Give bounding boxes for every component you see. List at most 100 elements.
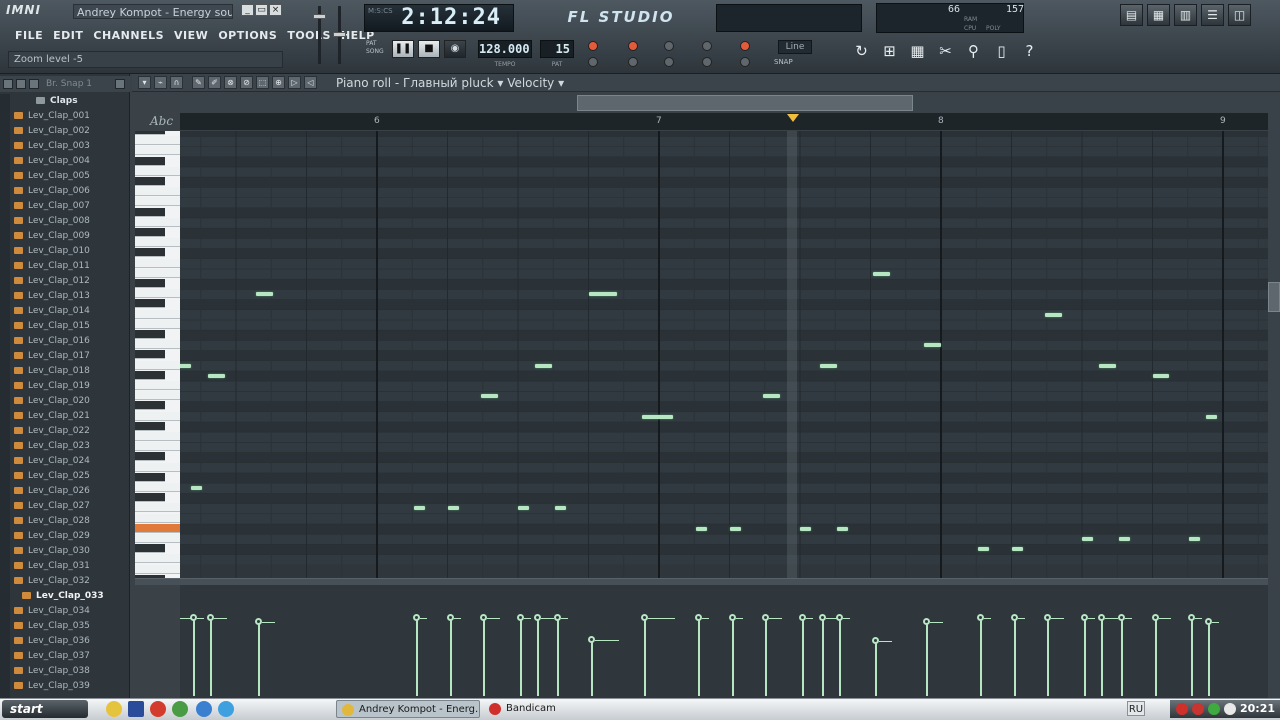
velocity-scrollbar[interactable]: [1268, 585, 1280, 698]
mixer-icon[interactable]: ◫: [1228, 4, 1251, 26]
white-key[interactable]: [135, 431, 180, 442]
minimize-button[interactable]: _: [241, 4, 254, 16]
search-icon[interactable]: ⚲: [962, 40, 985, 63]
velocity-handle[interactable]: [818, 614, 826, 621]
browser-back-icon[interactable]: [16, 79, 26, 89]
note[interactable]: [588, 292, 617, 297]
browser-app-icon[interactable]: [218, 701, 234, 717]
velocity-stem[interactable]: [802, 618, 804, 696]
fader-knob[interactable]: [313, 14, 326, 19]
velocity-stem[interactable]: [536, 618, 539, 696]
white-key[interactable]: [135, 554, 180, 564]
chevron-down-icon[interactable]: ▾: [558, 76, 564, 90]
pause-button[interactable]: ❚❚: [392, 40, 414, 58]
master-pitch-fader[interactable]: [333, 6, 346, 64]
note[interactable]: [1082, 537, 1094, 541]
menu-edit[interactable]: EDIT: [48, 27, 88, 45]
velocity-stem[interactable]: [1047, 618, 1050, 696]
velocity-handle[interactable]: [1151, 614, 1159, 621]
vertical-scroll-thumb[interactable]: [1268, 282, 1280, 312]
velocity-handle[interactable]: [799, 614, 806, 621]
tray-network-icon[interactable]: [1208, 703, 1220, 715]
browser-file-item[interactable]: Lev_Clap_036: [10, 634, 130, 649]
note[interactable]: [481, 394, 499, 399]
timeline-ruler[interactable]: [180, 113, 1268, 130]
browser-file-item[interactable]: Lev_Clap_017: [10, 349, 130, 364]
note[interactable]: [836, 526, 848, 531]
browser-scrollbar[interactable]: [0, 94, 10, 698]
white-key[interactable]: [135, 482, 180, 493]
browser-file-item[interactable]: Lev_Clap_024: [10, 454, 130, 469]
note-names-toggle[interactable]: Abc: [150, 114, 173, 128]
browser-file-item[interactable]: Lev_Clap_035: [10, 619, 130, 634]
velocity-editor[interactable]: [180, 585, 1268, 698]
browser-file-item[interactable]: Lev_Clap_002: [10, 124, 130, 139]
taskbar-task-bandicam[interactable]: Bandicam: [484, 700, 594, 718]
velocity-stem[interactable]: [556, 618, 559, 696]
brush-tool-icon[interactable]: ✐: [208, 76, 221, 89]
velocity-stem[interactable]: [731, 618, 734, 696]
browser-file-item[interactable]: Lev_Clap_031: [10, 559, 130, 574]
photoshop-icon[interactable]: [128, 701, 144, 717]
typing-keyboard-toggle[interactable]: [588, 57, 598, 67]
browser-file-item[interactable]: Lev_Clap_037: [10, 649, 130, 664]
black-key[interactable]: [135, 401, 165, 411]
menu-options[interactable]: OPTIONS: [213, 27, 282, 45]
note[interactable]: [447, 506, 459, 511]
horizontal-scroll-thumb[interactable]: [577, 95, 913, 111]
velocity-stem[interactable]: [697, 618, 700, 696]
white-key[interactable]: [135, 564, 180, 574]
select-tool-icon[interactable]: ⬚: [256, 76, 269, 89]
velocity-stem[interactable]: [644, 618, 647, 696]
velocity-stem[interactable]: [1100, 618, 1103, 696]
playback-tool-icon[interactable]: ▷: [288, 76, 301, 89]
piano-roll-icon[interactable]: ▥: [1174, 4, 1197, 26]
chrome-icon[interactable]: [172, 701, 188, 717]
velocity-handle[interactable]: [533, 614, 541, 621]
scroll-toggle[interactable]: [702, 57, 712, 67]
note[interactable]: [554, 506, 566, 511]
chevron-down-icon[interactable]: ▾: [497, 76, 507, 90]
white-key[interactable]: [135, 340, 180, 350]
wait-toggle[interactable]: [628, 57, 638, 67]
clock[interactable]: 20:21: [1238, 700, 1278, 718]
browser-file-item[interactable]: Lev_Clap_022: [10, 424, 130, 439]
piano-roll-channel[interactable]: Piano roll - Главный pluck: [336, 76, 494, 90]
browser-file-item[interactable]: Lev_Clap_033: [18, 589, 138, 604]
note[interactable]: [873, 271, 891, 276]
quicklaunch-folder-icon[interactable]: [106, 701, 122, 717]
browser-file-item[interactable]: Lev_Clap_027: [10, 499, 130, 514]
white-key[interactable]: [135, 289, 180, 299]
velocity-handle[interactable]: [480, 614, 488, 621]
browser-file-item[interactable]: Lev_Clap_039: [10, 679, 130, 694]
menu-file[interactable]: FILE: [10, 27, 48, 45]
note[interactable]: [1045, 312, 1063, 317]
master-volume-fader[interactable]: [313, 6, 326, 64]
white-key[interactable]: [135, 319, 180, 329]
black-key[interactable]: [135, 472, 165, 482]
metronome-toggle[interactable]: [588, 41, 598, 51]
note[interactable]: [924, 343, 941, 348]
black-key[interactable]: [135, 329, 165, 340]
black-key[interactable]: [135, 248, 165, 258]
browser-close-icon[interactable]: [115, 79, 125, 89]
browser-file-item[interactable]: Lev_Clap_010: [10, 244, 130, 259]
event-editor-splitter[interactable]: [135, 578, 1268, 585]
vertical-scrollbar[interactable]: [1268, 95, 1280, 578]
browser-file-item[interactable]: Lev_Clap_003: [10, 139, 130, 154]
browser-file-item[interactable]: Lev_Clap_038: [10, 664, 130, 679]
velocity-stem[interactable]: [821, 618, 824, 696]
browser-file-item[interactable]: Lev_Clap_029: [10, 529, 130, 544]
browser-file-item[interactable]: Lev_Clap_028: [10, 514, 130, 529]
maximize-button[interactable]: ▭: [255, 4, 268, 16]
step-sequencer-icon[interactable]: ▦: [1147, 4, 1170, 26]
record-button[interactable]: ◉: [444, 40, 466, 58]
black-key[interactable]: [135, 350, 165, 360]
magnet-snap-icon[interactable]: ⌁: [154, 76, 167, 89]
browser-file-item[interactable]: Lev_Clap_026: [10, 484, 130, 499]
black-key[interactable]: [135, 299, 165, 309]
blend-toggle[interactable]: [664, 57, 674, 67]
browser-file-item[interactable]: Lev_Clap_008: [10, 214, 130, 229]
velocity-stem[interactable]: [590, 640, 593, 696]
browser-file-item[interactable]: Lev_Clap_013: [10, 289, 130, 304]
